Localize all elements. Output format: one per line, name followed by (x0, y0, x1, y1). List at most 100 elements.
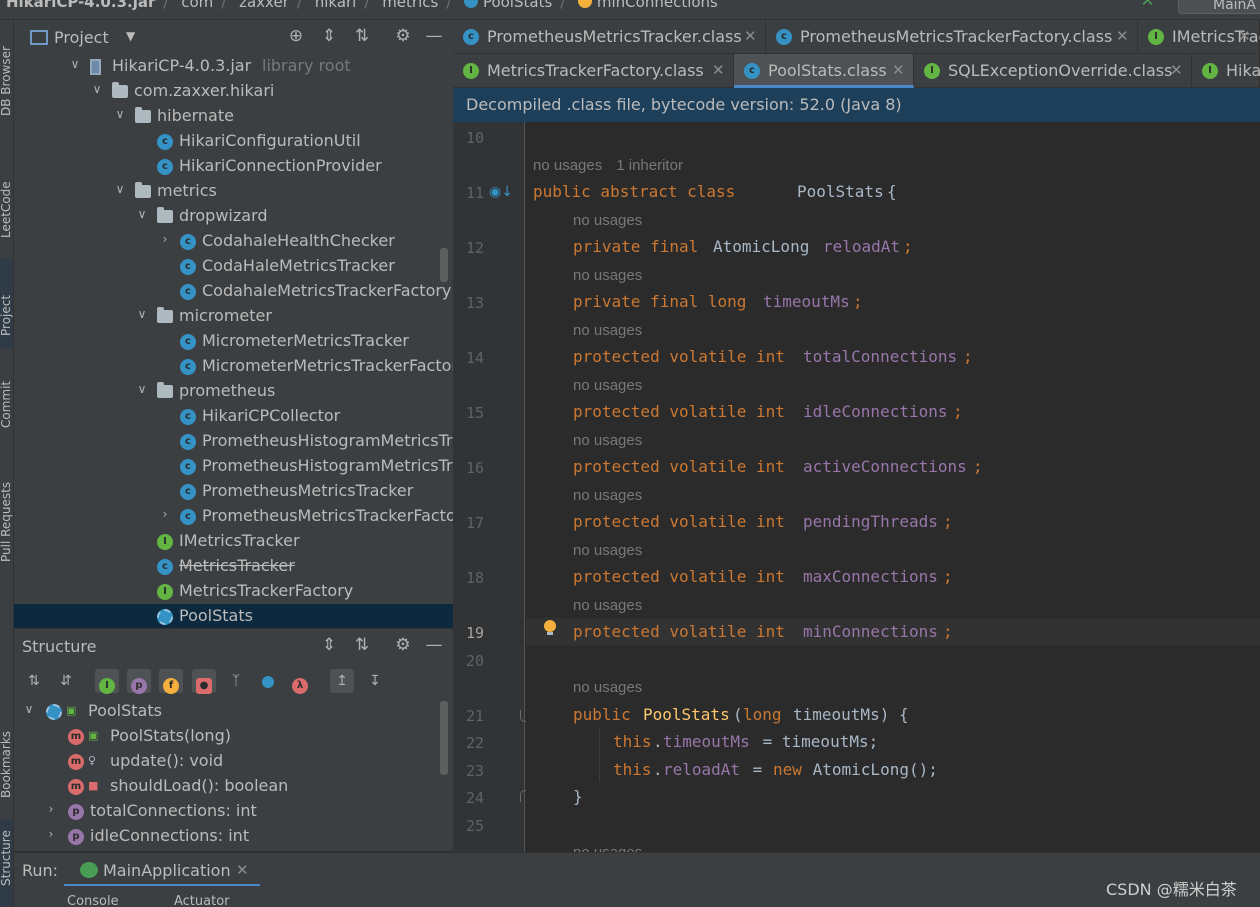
breadcrumb-hikari[interactable]: hikari (315, 0, 357, 11)
run-tab-main-application[interactable]: MainApplication ✕ (64, 853, 260, 887)
breadcrumb-metrics[interactable]: metrics (382, 0, 438, 11)
chevron-right-icon[interactable]: › (158, 507, 172, 521)
collapse-all-icon[interactable]: ⇅ (352, 26, 372, 46)
chevron-right-icon[interactable]: › (44, 802, 58, 816)
project-panel-title[interactable]: Project (54, 28, 109, 47)
tree-item[interactable]: ∨ micrometer (14, 304, 453, 329)
editor-tab[interactable]: I Hika (1192, 54, 1260, 88)
tree-item[interactable]: ∨ dropwizard (14, 204, 453, 229)
tree-item[interactable]: › c CodahaleHealthChecker (14, 229, 453, 254)
usage-hint[interactable]: no usages (573, 542, 656, 559)
show-properties-icon[interactable]: p (127, 669, 151, 694)
editor-tab[interactable]: c PrometheusMetricsTrackerFactory.class ✕ (766, 20, 1138, 54)
usage-hint[interactable]: no usages (573, 267, 656, 284)
tool-tab-pull-requests[interactable]: Pull Requests (0, 456, 13, 566)
structure-item[interactable]: m ▣ PoolStats(long) (14, 724, 453, 749)
show-anonymous-icon[interactable] (256, 669, 280, 693)
tree-item[interactable]: I MetricsTrackerFactory (14, 579, 453, 604)
breadcrumb-jar[interactable]: HikariCP-4.0.3.jar (6, 0, 155, 11)
structure-item[interactable]: m ♀ update(): void (14, 749, 453, 774)
chevron-down-icon[interactable]: ∨ (22, 702, 36, 716)
tree-item[interactable]: PoolStats (14, 604, 453, 628)
usage-hint[interactable]: no usages (573, 597, 656, 614)
tree-item[interactable]: c HikariCPCollector (14, 404, 453, 429)
build-hammer-icon[interactable]: ⚒ (1140, 0, 1158, 9)
close-icon[interactable]: ✕ (236, 861, 249, 879)
usage-hint[interactable]: no usages (573, 212, 656, 229)
usage-hint[interactable]: no usages (573, 377, 656, 394)
close-icon[interactable]: ✕ (892, 61, 905, 79)
show-fields-icon[interactable]: f (159, 669, 183, 694)
collapse-all-icon[interactable]: ⇅ (352, 635, 372, 655)
editor-gutter[interactable]: 10 11 ◉↓ 12 13 14 15 16 17 18 19 20 21 22 23 24… (453, 122, 530, 852)
run-configuration-select[interactable]: MainA (1178, 0, 1260, 14)
structure-panel-title[interactable]: Structure (22, 637, 96, 656)
sort-by-visibility-icon[interactable]: ⇅ (22, 669, 46, 693)
project-scrollbar[interactable] (440, 248, 448, 282)
expand-all-icon[interactable]: ⇕ (319, 26, 339, 46)
show-non-public-icon[interactable]: ● (192, 669, 216, 694)
editor-tab[interactable]: c PoolStats.class ✕ (734, 54, 914, 88)
editor-tab[interactable]: c PrometheusMetricsTracker.class ✕ (453, 20, 766, 54)
sort-alphabetically-icon[interactable]: ⇵ (54, 669, 78, 693)
tree-item[interactable]: c MicrometerMetricsTracker (14, 329, 453, 354)
gear-icon[interactable]: ⚙ (393, 26, 413, 46)
tree-item[interactable]: c PrometheusHistogramMetricsTra (14, 429, 453, 454)
show-inherited-icon[interactable]: I (95, 669, 119, 694)
tree-item[interactable]: c HikariConfigurationUtil (14, 129, 453, 154)
chevron-down-icon[interactable]: ∨ (113, 107, 127, 121)
tool-tab-commit[interactable]: Commit (0, 358, 13, 448)
usage-hint[interactable]: no usages 1 inheritor (533, 157, 697, 174)
structure-item[interactable]: m ■ shouldLoad(): boolean (14, 774, 453, 799)
usage-hint[interactable]: no usages (573, 322, 656, 339)
close-icon[interactable]: ✕ (1170, 61, 1183, 79)
usage-hint[interactable]: no usages (573, 432, 656, 449)
close-icon[interactable]: ✕ (1238, 27, 1251, 45)
chevron-down-icon[interactable]: ∨ (135, 307, 149, 321)
tree-item[interactable]: ∨ metrics (14, 179, 453, 204)
chevron-down-icon[interactable]: ∨ (135, 382, 149, 396)
code-editor[interactable]: no usages 1 inheritor public abstract cla… (526, 122, 1260, 852)
close-icon[interactable]: ✕ (1116, 27, 1129, 45)
editor-tab[interactable]: I MetricsTrackerFactory.class ✕ (453, 54, 734, 88)
breadcrumb-com[interactable]: com (181, 0, 213, 11)
show-lambdas-icon[interactable]: λ (288, 669, 312, 694)
editor-tab[interactable]: I IMetricsTrac ✕ (1138, 20, 1260, 54)
tree-item[interactable]: c PrometheusHistogramMetricsTra (14, 454, 453, 479)
chevron-down-icon[interactable]: ∨ (90, 82, 104, 96)
tree-item[interactable]: I IMetricsTracker (14, 529, 453, 554)
tab-actuator[interactable]: Actuator (174, 894, 230, 907)
structure-scrollbar[interactable] (440, 701, 448, 775)
tool-tab-db-browser[interactable]: DB Browser (0, 20, 13, 120)
autoscroll-from-source-icon[interactable]: ↧ (363, 669, 387, 693)
tree-item[interactable]: › c PrometheusMetricsTrackerFacto (14, 504, 453, 529)
hide-panel-icon[interactable]: — (424, 26, 444, 46)
lightbulb-icon[interactable] (544, 620, 556, 636)
expand-all-icon[interactable]: ⇕ (319, 635, 339, 655)
tree-item[interactable]: c CodaHaleMetricsTracker (14, 254, 453, 279)
tool-tab-structure[interactable]: Structure (0, 820, 13, 907)
show-implemented-icon[interactable]: ᛉ (224, 669, 248, 693)
breadcrumb-poolstats[interactable]: PoolStats (483, 0, 552, 11)
locate-target-icon[interactable]: ⊕ (286, 26, 306, 46)
structure-item[interactable]: › p totalConnections: int (14, 799, 453, 824)
tree-item[interactable]: c MetricsTracker (14, 554, 453, 579)
breadcrumb-zaxxer[interactable]: zaxxer (239, 0, 289, 11)
close-icon[interactable]: ✕ (712, 61, 725, 79)
tree-item[interactable]: c PrometheusMetricsTracker (14, 479, 453, 504)
tree-item[interactable]: ∨ prometheus (14, 379, 453, 404)
chevron-down-icon[interactable]: ▼ (126, 29, 135, 43)
tree-item[interactable]: ∨ com.zaxxer.hikari (14, 79, 453, 104)
tree-item[interactable]: c MicrometerMetricsTrackerFactor (14, 354, 453, 379)
tool-tab-project[interactable]: Project (0, 258, 13, 348)
close-icon[interactable]: ✕ (744, 27, 757, 45)
chevron-right-icon[interactable]: › (158, 232, 172, 246)
tab-console[interactable]: Console (67, 894, 119, 907)
autoscroll-to-source-icon[interactable]: ↥ (330, 669, 354, 693)
structure-item[interactable]: ∨ ▣ PoolStats (14, 699, 453, 724)
tree-item[interactable]: c CodahaleMetricsTrackerFactory (14, 279, 453, 304)
chevron-down-icon[interactable]: ∨ (113, 182, 127, 196)
chevron-down-icon[interactable]: ∨ (135, 207, 149, 221)
chevron-down-icon[interactable]: ∨ (68, 57, 82, 71)
usage-hint[interactable]: no usages (573, 844, 656, 852)
